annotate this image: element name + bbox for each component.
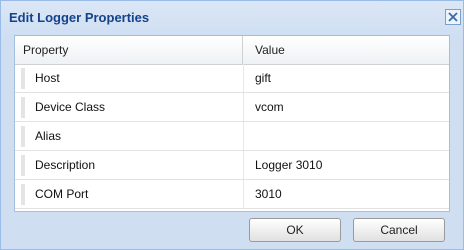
dialog-titlebar[interactable]: Edit Logger Properties <box>1 1 463 35</box>
property-value[interactable]: gift <box>255 64 445 92</box>
cell-divider <box>243 122 244 150</box>
row-marker <box>21 68 25 89</box>
property-value[interactable]: Logger 3010 <box>255 151 445 179</box>
table-row-com-port[interactable]: COM Port 3010 <box>15 180 449 209</box>
close-icon <box>446 10 460 24</box>
table-row-host[interactable]: Host gift <box>15 64 449 93</box>
property-value[interactable]: vcom <box>255 93 445 121</box>
property-value[interactable]: 3010 <box>255 180 445 208</box>
close-button[interactable] <box>445 9 461 25</box>
cell-divider <box>243 93 244 121</box>
property-name: Host <box>35 71 60 85</box>
cell-divider <box>243 180 244 208</box>
column-header-property[interactable]: Property <box>15 36 243 64</box>
property-name: COM Port <box>35 187 89 201</box>
cell-divider <box>243 151 244 179</box>
ok-button[interactable]: OK <box>249 218 341 242</box>
property-value[interactable] <box>255 122 445 150</box>
table-row-alias[interactable]: Alias <box>15 122 449 151</box>
edit-logger-dialog: Edit Logger Properties Property Value Ho… <box>0 0 464 250</box>
cell-divider <box>243 64 244 92</box>
property-name: Alias <box>35 129 62 143</box>
property-name: Device Class <box>35 100 106 114</box>
dialog-title: Edit Logger Properties <box>9 10 150 25</box>
table-row-device-class[interactable]: Device Class vcom <box>15 93 449 122</box>
table-row-description[interactable]: Description Logger 3010 <box>15 151 449 180</box>
property-name: Description <box>35 158 96 172</box>
row-marker <box>21 155 25 176</box>
cancel-button[interactable]: Cancel <box>353 218 445 242</box>
row-marker <box>21 184 25 205</box>
row-marker <box>21 126 25 147</box>
column-header-value[interactable]: Value <box>243 36 449 64</box>
properties-grid: Property Value Host gift Device Class vc… <box>14 35 450 212</box>
grid-header: Property Value <box>15 36 449 65</box>
row-marker <box>21 97 25 118</box>
